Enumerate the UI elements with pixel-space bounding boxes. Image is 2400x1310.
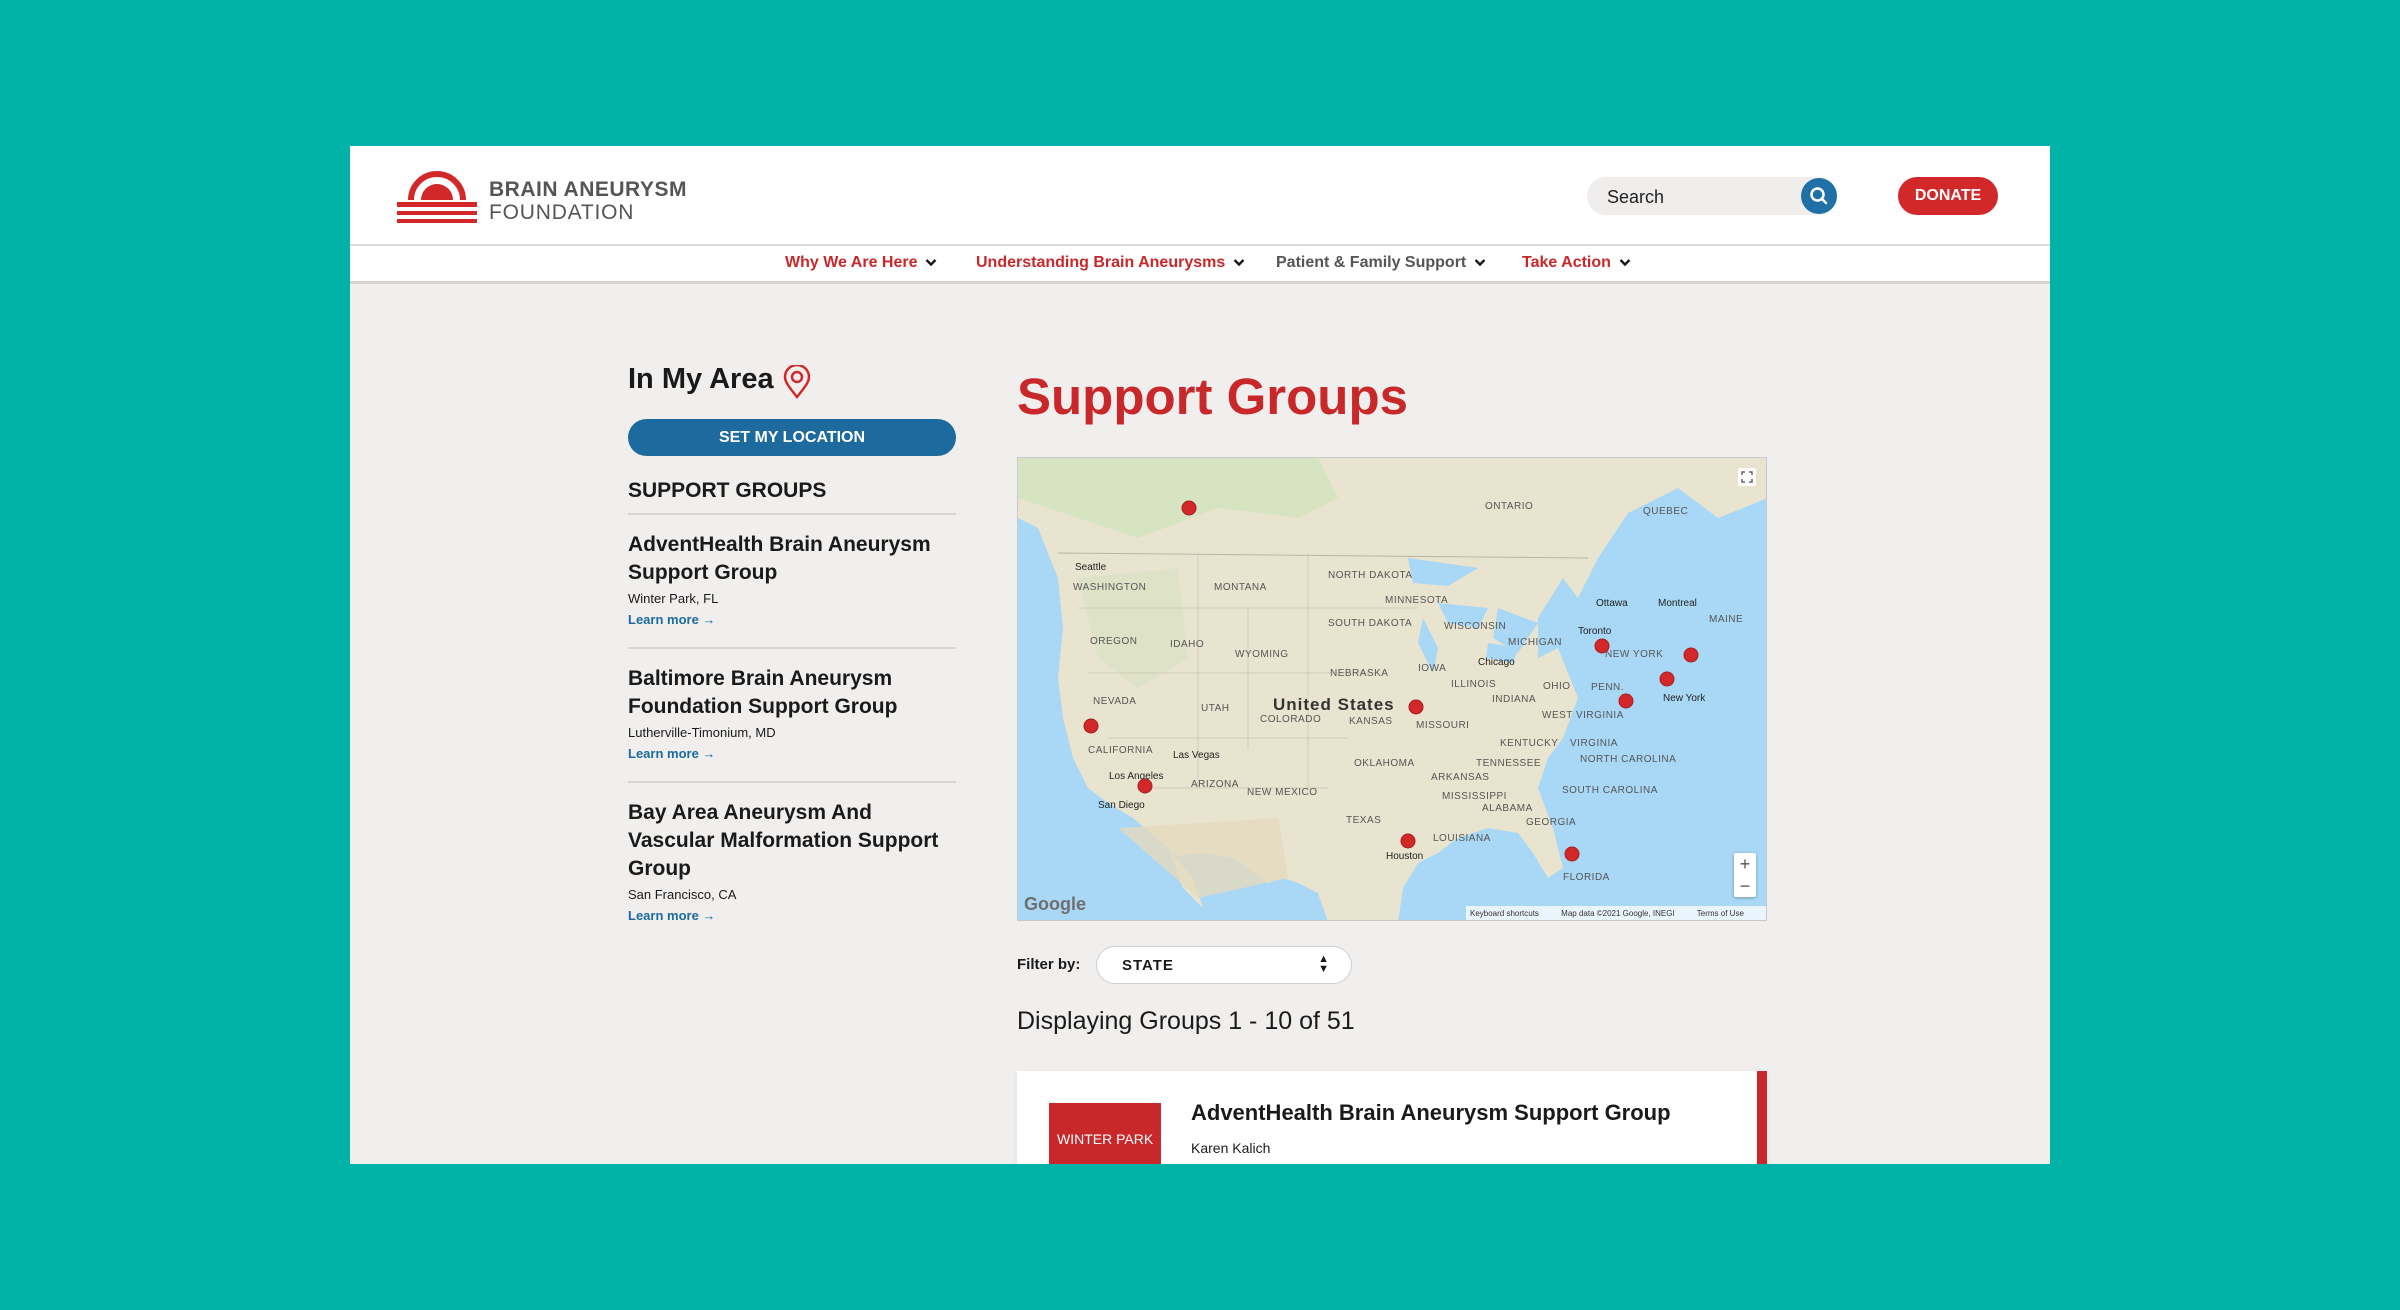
map-marker[interactable] [1400,833,1416,849]
search-button[interactable] [1801,178,1837,214]
chevron-down-icon [1233,259,1245,267]
sunrise-logo-icon [397,171,477,223]
brand-name-line1: BRAIN ANEURYSM [489,178,687,201]
list-item: AdventHealth Brain Aneurysm Support Grou… [628,513,956,647]
terms-of-use-link[interactable]: Terms of Use [1697,909,1744,918]
chevron-down-icon [926,259,937,267]
learn-more-link[interactable]: Learn more → [628,746,956,761]
chevron-down-icon [1619,259,1631,267]
main-nav: Why We Are Here Understanding Brain Aneu… [350,244,2050,284]
map-marker[interactable] [1564,846,1580,862]
badge-state: FL [1079,1153,1140,1164]
search-input[interactable] [1605,177,1789,217]
map-markers-layer [1083,500,1699,862]
map-zoom-control: + − [1734,853,1756,897]
map-marker[interactable] [1408,699,1424,715]
site-header: BRAIN ANEURYSM FOUNDATION DONATE [350,146,2050,244]
nav-item-label: Patient & Family Support [1276,254,1467,271]
support-groups-heading: SUPPORT GROUPS [628,479,827,502]
select-arrows-icon: ▲ ▼ [1318,953,1329,975]
group-card-title[interactable]: AdventHealth Brain Aneurysm Support Grou… [1191,1100,1671,1126]
map-marker[interactable] [1181,500,1197,516]
fullscreen-icon [1741,471,1753,483]
in-my-area-heading: In My Area [628,363,774,395]
nav-item-label: Take Action [1522,254,1611,271]
list-item: Baltimore Brain Aneurysm Foundation Supp… [628,647,956,781]
fullscreen-button[interactable] [1738,468,1756,486]
browser-page: BRAIN ANEURYSM FOUNDATION DONATE Why We … [350,146,2050,1164]
state-select-value: STATE [1122,957,1174,974]
location-pin-icon [783,365,811,399]
donate-button[interactable]: DONATE [1898,177,1998,215]
zoom-in-button[interactable]: + [1734,853,1756,875]
map-marker[interactable] [1594,638,1610,654]
brand-name-line2: FOUNDATION [489,201,635,224]
list-item: Bay Area Aneurysm And Vascular Malformat… [628,781,956,943]
map-data-credit: Map data ©2021 Google, INEGI [1561,909,1675,918]
map-marker[interactable] [1137,778,1153,794]
nav-item-why-we-are-here[interactable]: Why We Are Here [785,254,937,272]
set-my-location-button[interactable]: SET MY LOCATION [628,419,956,456]
chevron-down-icon [1474,259,1486,267]
group-location: San Francisco, CA [628,887,737,902]
group-location: Winter Park, FL [628,591,719,606]
map-marker[interactable] [1618,693,1634,709]
search-icon [1810,187,1828,205]
group-location: Lutherville-Timonium, MD [628,725,776,740]
support-groups-map[interactable]: ONTARIO QUEBEC WASHINGTON MONTANA NORTH … [1017,457,1767,921]
group-name-link[interactable]: Baltimore Brain Aneurysm Foundation Supp… [628,665,956,721]
page-title: Support Groups [1017,368,1408,425]
learn-more-link[interactable]: Learn more → [628,908,956,923]
search-box [1587,177,1837,217]
map-attribution: Keyboard shortcuts Map data ©2021 Google… [1466,906,1766,920]
nav-item-understanding-brain-aneurysms[interactable]: Understanding Brain Aneurysms [976,254,1245,272]
filter-label: Filter by: [1017,956,1081,973]
nearby-groups-list: AdventHealth Brain Aneurysm Support Grou… [628,513,956,943]
nav-item-patient-family-support[interactable]: Patient & Family Support [1276,254,1486,272]
google-logo: Google [1024,894,1086,914]
keyboard-shortcuts-link[interactable]: Keyboard shortcuts [1470,909,1539,918]
nav-item-label: Understanding Brain Aneurysms [976,254,1226,271]
location-badge: WINTER PARK FL [1049,1103,1161,1164]
group-name-link[interactable]: AdventHealth Brain Aneurysm Support Grou… [628,531,956,587]
results-count: Displaying Groups 1 - 10 of 51 [1017,1007,1355,1035]
learn-more-link[interactable]: Learn more → [628,612,956,627]
site-logo[interactable]: BRAIN ANEURYSM FOUNDATION [395,168,695,228]
state-filter-select[interactable]: STATE ▲ ▼ [1096,946,1352,984]
nav-item-label: Why We Are Here [785,254,918,271]
nav-item-take-action[interactable]: Take Action [1522,254,1631,272]
group-card-contact: Karen Kalich [1191,1140,1271,1156]
zoom-out-button[interactable]: − [1734,875,1756,897]
map-marker[interactable] [1659,671,1675,687]
map-marker[interactable] [1083,718,1099,734]
group-card[interactable]: WINTER PARK FL AdventHealth Brain Aneury… [1017,1071,1767,1164]
badge-city: WINTER PARK [1057,1131,1154,1147]
map-marker[interactable] [1683,647,1699,663]
group-name-link[interactable]: Bay Area Aneurysm And Vascular Malformat… [628,799,956,883]
